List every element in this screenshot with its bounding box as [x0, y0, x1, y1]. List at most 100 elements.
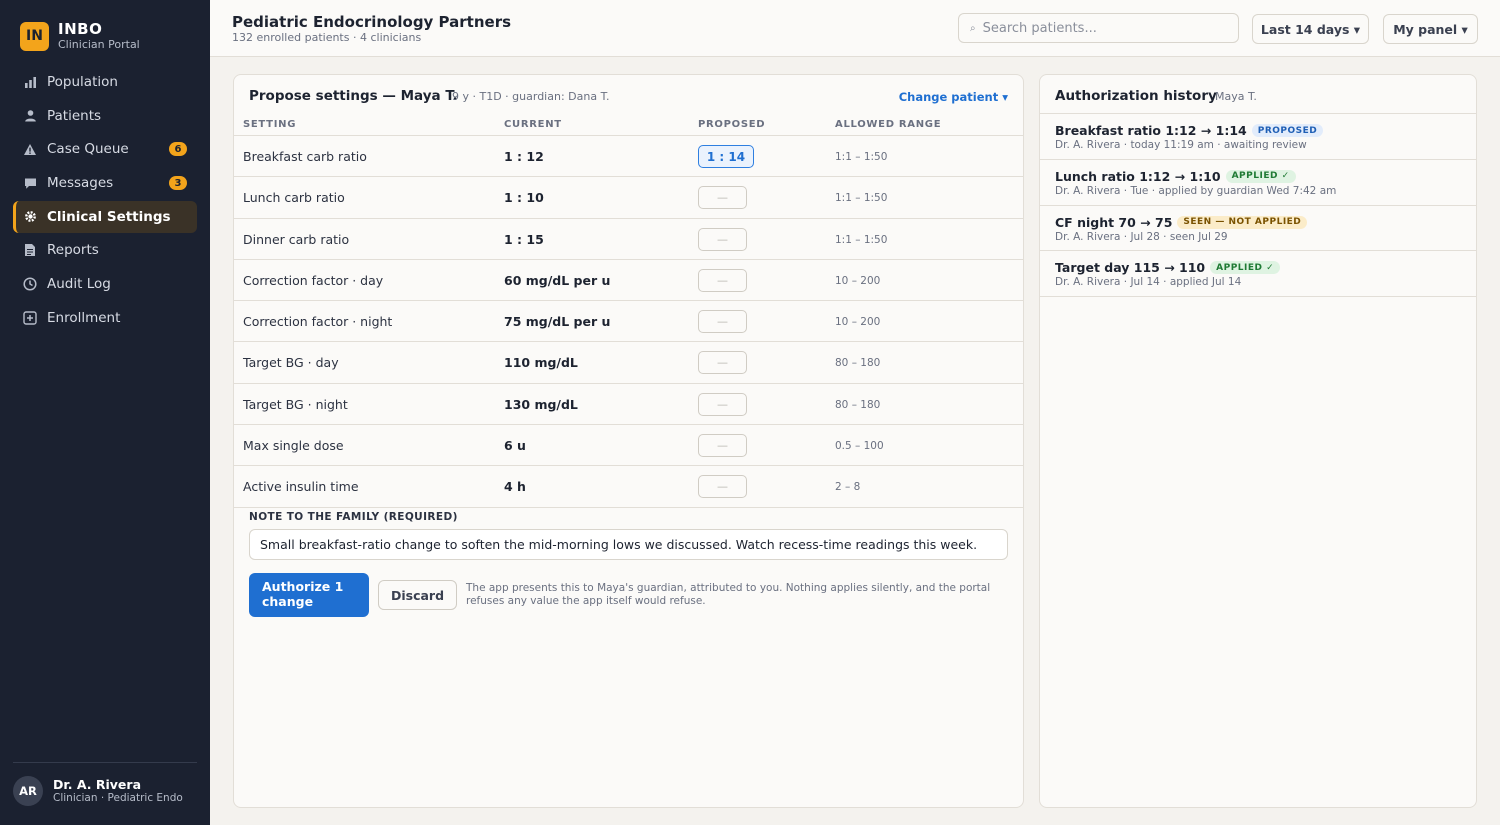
sidebar-nav: Population Patients Case Queue 6 Message… — [13, 66, 197, 336]
current-value: 4 h — [504, 479, 526, 495]
table-row: Dinner carb ratio 1 : 15 — 1:1 – 1:50 — [234, 219, 1023, 260]
proposed-value-input[interactable]: — — [698, 227, 747, 251]
note-label: NOTE TO THE FAMILY (REQUIRED) — [249, 511, 458, 523]
authorization-history-panel: Authorization history Maya T. Breakfast … — [1039, 74, 1477, 808]
proposed-value-input[interactable]: — — [698, 351, 747, 375]
sidebar-item-label: Messages — [47, 175, 114, 192]
current-user[interactable]: AR Dr. A. Rivera Clinician · Pediatric E… — [13, 776, 183, 806]
sidebar-item-reports[interactable]: Reports — [13, 234, 197, 266]
panel-filter-dropdown[interactable]: My panel ▾ — [1383, 14, 1478, 44]
top-header: Pediatric Endocrinology Partners 132 enr… — [210, 0, 1500, 57]
allowed-range: 1:1 – 1:50 — [835, 151, 888, 163]
list-item[interactable]: Breakfast ratio 1:12 → 1:14 PROPOSED Dr.… — [1040, 114, 1476, 160]
history-title: CF night 70 → 75 — [1055, 214, 1173, 230]
sidebar-item-label: Population — [47, 74, 118, 90]
settings-table: Breakfast carb ratio 1 : 12 1 : 14 1:1 –… — [234, 136, 1023, 508]
page-subtitle: 132 enrolled patients · 4 clinicians — [232, 31, 422, 44]
list-item[interactable]: Lunch ratio 1:12 → 1:10 APPLIED ✓ Dr. A.… — [1040, 160, 1476, 206]
proposed-value-input[interactable]: — — [698, 186, 747, 210]
setting-name: Dinner carb ratio — [243, 231, 350, 247]
proposed-value-input[interactable]: — — [698, 434, 747, 458]
search-input[interactable] — [982, 20, 1223, 36]
authorize-button[interactable]: Authorize 1 change — [249, 573, 369, 617]
setting-name: Lunch carb ratio — [243, 190, 345, 206]
page-title: Pediatric Endocrinology Partners — [232, 13, 512, 31]
table-header: SETTING CURRENT PROPOSED ALLOWED RANGE — [234, 112, 1023, 136]
sidebar-item-population[interactable]: Population — [13, 66, 197, 98]
column-header-allowed-range: ALLOWED RANGE — [835, 119, 942, 130]
list-item[interactable]: CF night 70 → 75 SEEN — NOT APPLIED Dr. … — [1040, 206, 1476, 252]
discard-button[interactable]: Discard — [378, 580, 457, 610]
allowed-range: 10 – 200 — [835, 316, 881, 329]
sidebar-divider — [13, 762, 197, 763]
clock-icon — [23, 277, 37, 291]
messages-count-badge: 3 — [169, 176, 187, 191]
warning-icon — [23, 142, 37, 156]
avatar: AR — [13, 776, 43, 806]
sidebar-item-label: Case Queue — [47, 141, 129, 158]
patient-meta: 9 y · T1D · guardian: Dana T. — [452, 90, 610, 103]
chat-icon — [23, 176, 37, 190]
history-title: Breakfast ratio 1:12 → 1:14 — [1055, 123, 1247, 138]
search-icon: ⌕ — [970, 22, 976, 34]
sidebar-item-messages[interactable]: Messages 3 — [13, 167, 197, 199]
table-row: Lunch carb ratio 1 : 10 — 1:1 – 1:50 — [234, 177, 1023, 219]
sidebar-item-label: Reports — [47, 242, 99, 259]
sidebar-item-clinical-settings[interactable]: Clinical Settings — [13, 200, 197, 233]
sidebar-item-audit-log[interactable]: Audit Log — [13, 268, 197, 300]
table-row: Breakfast carb ratio 1 : 12 1 : 14 1:1 –… — [234, 136, 1023, 178]
authorization-disclaimer: The app presents this to Maya's guardian… — [466, 582, 991, 607]
setting-name: Correction factor · day — [243, 272, 384, 288]
sidebar-item-enrollment[interactable]: Enrollment — [13, 302, 197, 334]
history-list: Breakfast ratio 1:12 → 1:14 PROPOSED Dr.… — [1040, 114, 1476, 298]
history-detail: Dr. A. Rivera · Tue · applied by guardia… — [1055, 184, 1337, 197]
history-detail: Dr. A. Rivera · Jul 14 · applied Jul 14 — [1055, 276, 1242, 289]
current-value: 1 : 12 — [504, 149, 544, 164]
propose-settings-panel: Propose settings — Maya T. 9 y · T1D · g… — [233, 74, 1024, 808]
proposed-value-input[interactable]: — — [698, 475, 747, 499]
brand-name: INBO — [58, 20, 103, 38]
table-row: Target BG · day 110 mg/dL — 80 – 180 — [234, 342, 1023, 384]
bar-chart-icon — [23, 75, 37, 89]
column-header-current: CURRENT — [504, 119, 562, 130]
setting-name: Breakfast carb ratio — [243, 149, 367, 164]
proposed-value-input[interactable]: — — [698, 268, 747, 292]
column-header-setting: SETTING — [243, 119, 297, 130]
proposed-value-input[interactable]: — — [698, 392, 747, 416]
allowed-range: 2 – 8 — [835, 481, 861, 494]
sidebar-item-case-queue[interactable]: Case Queue 6 — [13, 133, 197, 165]
table-row: Max single dose 6 u — 0.5 – 100 — [234, 425, 1023, 467]
search-box[interactable]: ⌕ — [958, 13, 1239, 43]
setting-name: Active insulin time — [243, 479, 359, 495]
setting-name: Target BG · night — [243, 396, 348, 412]
brand[interactable]: IN INBO Clinician Portal — [20, 21, 140, 51]
history-patient: Maya T. — [1215, 90, 1257, 103]
sidebar: IN INBO Clinician Portal Population Pati… — [0, 0, 210, 825]
table-row: Correction factor · day 60 mg/dL per u —… — [234, 260, 1023, 302]
sidebar-item-patients[interactable]: Patients — [13, 100, 197, 132]
status-badge: PROPOSED — [1251, 124, 1324, 137]
document-icon — [23, 243, 37, 257]
change-patient-link[interactable]: Change patient ▾ — [899, 90, 1008, 104]
table-row: Active insulin time 4 h — 2 – 8 — [234, 466, 1023, 508]
setting-name: Target BG · day — [243, 355, 339, 371]
note-to-family-input[interactable] — [249, 529, 1008, 560]
allowed-range: 80 – 180 — [835, 398, 881, 411]
history-detail: Dr. A. Rivera · Jul 28 · seen Jul 29 — [1055, 230, 1228, 243]
table-row: Correction factor · night 75 mg/dL per u… — [234, 301, 1023, 343]
gear-icon — [23, 210, 37, 224]
proposed-value-input[interactable]: — — [698, 310, 747, 334]
status-badge: APPLIED ✓ — [1210, 261, 1281, 275]
brand-logo: IN — [20, 21, 49, 51]
case-queue-count-badge: 6 — [169, 142, 187, 157]
setting-name: Correction factor · night — [243, 314, 393, 330]
table-row: Target BG · night 130 mg/dL — 80 – 180 — [234, 384, 1023, 426]
status-badge: APPLIED ✓ — [1225, 169, 1296, 183]
status-badge: SEEN — NOT APPLIED — [1177, 215, 1308, 229]
current-value: 130 mg/dL — [504, 396, 578, 412]
panel-title: Propose settings — Maya T. — [249, 88, 458, 104]
allowed-range: 10 – 200 — [835, 274, 881, 287]
proposed-value-input[interactable]: 1 : 14 — [698, 145, 754, 168]
list-item[interactable]: Target day 115 → 110 APPLIED ✓ Dr. A. Ri… — [1040, 251, 1476, 298]
date-range-dropdown[interactable]: Last 14 days ▾ — [1252, 14, 1369, 44]
